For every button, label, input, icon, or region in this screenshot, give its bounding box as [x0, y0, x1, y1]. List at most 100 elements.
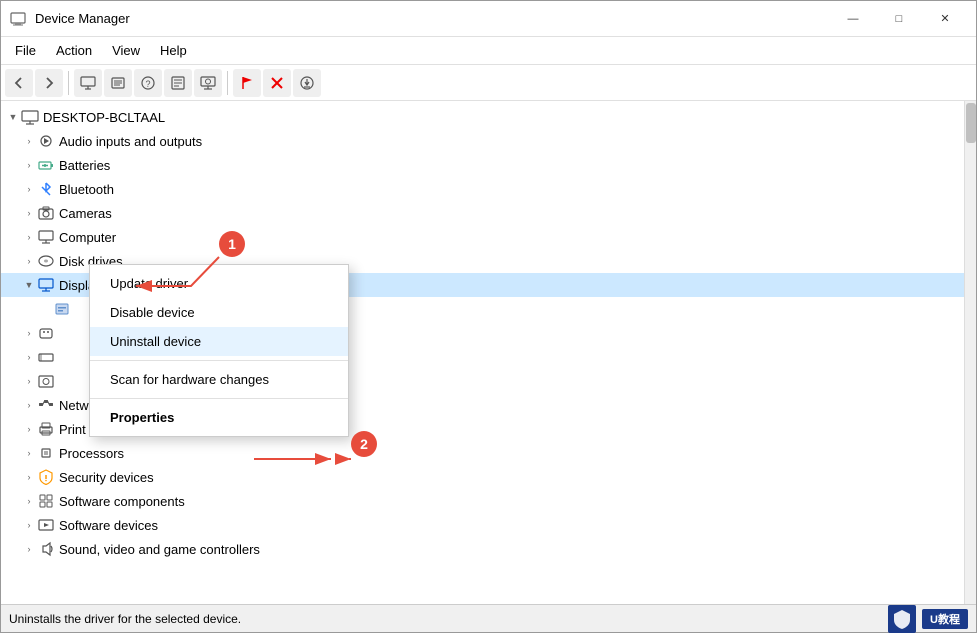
- bluetooth-icon: [37, 180, 55, 198]
- sw-devices-label: Software devices: [59, 518, 964, 533]
- hid-expander[interactable]: ›: [21, 325, 37, 341]
- menu-help[interactable]: Help: [150, 39, 197, 62]
- computer-expander[interactable]: ›: [21, 229, 37, 245]
- back-button[interactable]: [5, 69, 33, 97]
- title-bar: Device Manager — □ ✕: [1, 1, 976, 37]
- bluetooth-expander[interactable]: ›: [21, 181, 37, 197]
- menu-bar: File Action View Help: [1, 37, 976, 65]
- sw-components-label: Software components: [59, 494, 964, 509]
- maximize-button[interactable]: □: [876, 4, 922, 34]
- sound-icon: [37, 540, 55, 558]
- status-bar: Uninstalls the driver for the selected d…: [1, 604, 976, 632]
- ctx-properties[interactable]: Properties: [90, 403, 348, 432]
- help-icon-btn[interactable]: ?: [134, 69, 162, 97]
- tree-root[interactable]: ▼ DESKTOP-BCLTAAL: [1, 105, 964, 129]
- print-expander[interactable]: ›: [21, 421, 37, 437]
- security-label: Security devices: [59, 470, 964, 485]
- imaging-icon: [37, 372, 55, 390]
- forward-button[interactable]: [35, 69, 63, 97]
- tree-item-security[interactable]: › Security devices: [1, 465, 964, 489]
- bluetooth-label: Bluetooth: [59, 182, 964, 197]
- toolbar-separator-2: [227, 71, 228, 95]
- sound-expander[interactable]: ›: [21, 541, 37, 557]
- main-area: ▼ DESKTOP-BCLTAAL › Audio inputs and out…: [1, 101, 976, 604]
- sound-label: Sound, video and game controllers: [59, 542, 964, 557]
- disk-expander[interactable]: ›: [21, 253, 37, 269]
- disk-icon: [37, 252, 55, 270]
- security-expander[interactable]: ›: [21, 469, 37, 485]
- window-controls: — □ ✕: [830, 4, 968, 34]
- tree-item-cameras[interactable]: › Cameras: [1, 201, 964, 225]
- tree-item-processors[interactable]: › Processors: [1, 441, 964, 465]
- sw-devices-icon: [37, 516, 55, 534]
- hid-icon: [37, 324, 55, 342]
- root-icon: [21, 108, 39, 126]
- status-text: Uninstalls the driver for the selected d…: [9, 612, 241, 626]
- ctx-update-driver[interactable]: Update driver: [90, 269, 348, 298]
- watermark-label: U教程: [922, 609, 968, 629]
- root-label: DESKTOP-BCLTAAL: [43, 110, 964, 125]
- tree-item-bluetooth[interactable]: › Bluetooth: [1, 177, 964, 201]
- toolbar: ?: [1, 65, 976, 101]
- audio-expander[interactable]: ›: [21, 133, 37, 149]
- ctx-scan-changes[interactable]: Scan for hardware changes: [90, 365, 348, 394]
- cameras-label: Cameras: [59, 206, 964, 221]
- root-expander[interactable]: ▼: [5, 109, 21, 125]
- minimize-button[interactable]: —: [830, 4, 876, 34]
- flag-icon-btn[interactable]: [233, 69, 261, 97]
- sw-components-expander[interactable]: ›: [21, 493, 37, 509]
- display-child-icon: [53, 300, 71, 318]
- tree-item-computer[interactable]: › Computer: [1, 225, 964, 249]
- tree-item-sw-components[interactable]: › Software components: [1, 489, 964, 513]
- ctx-uninstall-device[interactable]: Uninstall device: [90, 327, 348, 356]
- computer-icon-btn[interactable]: [74, 69, 102, 97]
- properties-icon-btn[interactable]: [164, 69, 192, 97]
- monitor-icon-btn[interactable]: [194, 69, 222, 97]
- sw-devices-expander[interactable]: ›: [21, 517, 37, 533]
- menu-action[interactable]: Action: [46, 39, 102, 62]
- tree-item-sound[interactable]: › Sound, video and game controllers: [1, 537, 964, 561]
- display-expander[interactable]: ▼: [21, 277, 37, 293]
- cameras-icon: [37, 204, 55, 222]
- menu-view[interactable]: View: [102, 39, 150, 62]
- list-icon-btn[interactable]: [104, 69, 132, 97]
- print-icon: [37, 420, 55, 438]
- security-icon: [37, 468, 55, 486]
- ctx-disable-device[interactable]: Disable device: [90, 298, 348, 327]
- ide-expander[interactable]: ›: [21, 349, 37, 365]
- annotation-1: 1: [219, 231, 245, 257]
- audio-label: Audio inputs and outputs: [59, 134, 964, 149]
- delete-icon-btn[interactable]: [263, 69, 291, 97]
- device-manager-window: Device Manager — □ ✕ File Action View He…: [0, 0, 977, 633]
- ide-icon: [37, 348, 55, 366]
- processors-expander[interactable]: ›: [21, 445, 37, 461]
- tree-item-batteries[interactable]: › Batteries: [1, 153, 964, 177]
- network-icon: [37, 396, 55, 414]
- processors-label: Processors: [59, 446, 964, 461]
- display-child-expander: [37, 301, 53, 317]
- cameras-expander[interactable]: ›: [21, 205, 37, 221]
- title-icon: [9, 10, 27, 28]
- batteries-expander[interactable]: ›: [21, 157, 37, 173]
- ctx-separator-2: [90, 398, 348, 399]
- batteries-icon: [37, 156, 55, 174]
- sw-components-icon: [37, 492, 55, 510]
- display-icon: [37, 276, 55, 294]
- audio-icon: [37, 132, 55, 150]
- window-title: Device Manager: [35, 11, 830, 26]
- tree-item-audio[interactable]: › Audio inputs and outputs: [1, 129, 964, 153]
- scrollbar-thumb[interactable]: [966, 103, 976, 143]
- ctx-separator-1: [90, 360, 348, 361]
- scrollbar[interactable]: [964, 101, 976, 604]
- menu-file[interactable]: File: [5, 39, 46, 62]
- toolbar-separator-1: [68, 71, 69, 95]
- context-menu: Update driver Disable device Uninstall d…: [89, 264, 349, 437]
- tree-item-sw-devices[interactable]: › Software devices: [1, 513, 964, 537]
- download-icon-btn[interactable]: [293, 69, 321, 97]
- network-expander[interactable]: ›: [21, 397, 37, 413]
- computer-label: Computer: [59, 230, 964, 245]
- imaging-expander[interactable]: ›: [21, 373, 37, 389]
- watermark-shield: [888, 605, 916, 633]
- computer-icon: [37, 228, 55, 246]
- close-button[interactable]: ✕: [922, 4, 968, 34]
